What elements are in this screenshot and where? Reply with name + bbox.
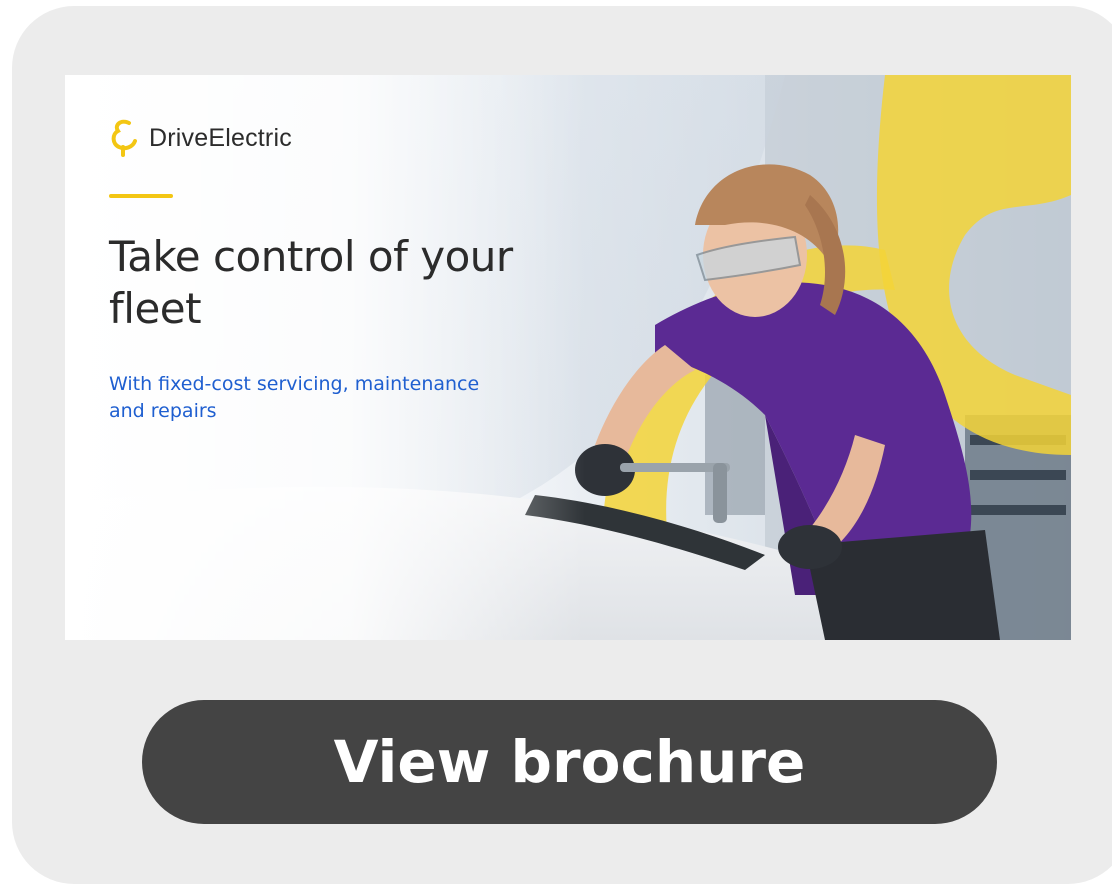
brand-lockup: DriveElectric [109, 117, 292, 159]
banner-subline: With fixed-cost servicing, maintenance a… [109, 373, 480, 422]
brochure-banner-image[interactable]: DriveElectric Take control of your fleet… [65, 75, 1071, 640]
view-brochure-button[interactable]: View brochure [142, 700, 997, 824]
accent-divider [109, 194, 173, 198]
brand-name: DriveElectric [149, 123, 292, 152]
banner-headline: Take control of your fleet [109, 232, 513, 333]
driveelectric-logo-icon [111, 119, 137, 157]
mechanic-photo [65, 75, 1071, 640]
